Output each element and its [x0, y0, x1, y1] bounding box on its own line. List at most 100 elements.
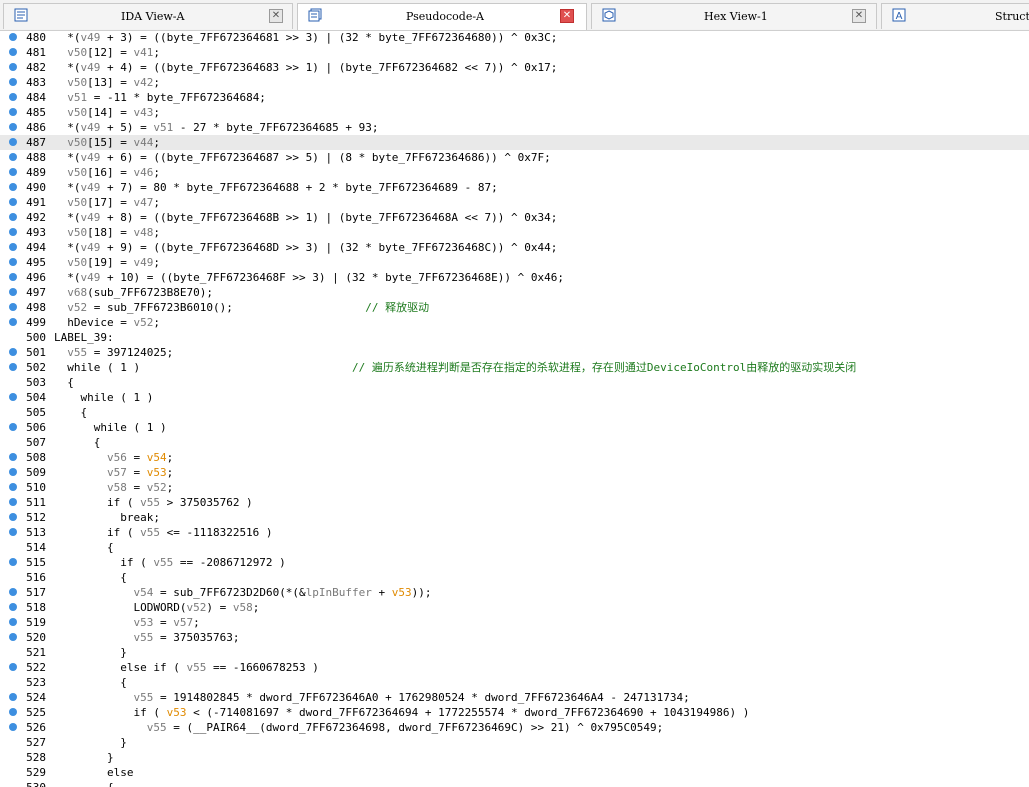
- breakpoint-dot-icon[interactable]: [9, 273, 17, 281]
- code-text[interactable]: LODWORD(v52) = v58;: [54, 600, 259, 615]
- close-icon[interactable]: ✕: [560, 9, 574, 23]
- code-line[interactable]: 495 v50[19] = v49;: [0, 255, 1029, 270]
- code-line[interactable]: 501 v55 = 397124025;: [0, 345, 1029, 360]
- code-line[interactable]: 496 *(v49 + 10) = ((byte_7FF67236468F >>…: [0, 270, 1029, 285]
- code-line[interactable]: 518 LODWORD(v52) = v58;: [0, 600, 1029, 615]
- code-text[interactable]: {: [54, 375, 74, 390]
- code-line[interactable]: 484 v51 = -11 * byte_7FF672364684;: [0, 90, 1029, 105]
- tab-ida-view-a[interactable]: IDA View-A ✕: [3, 3, 293, 29]
- code-line[interactable]: 524 v55 = 1914802845 * dword_7FF6723646A…: [0, 690, 1029, 705]
- code-text[interactable]: {: [54, 570, 127, 585]
- code-line[interactable]: 505 {: [0, 405, 1029, 420]
- breakpoint-dot-icon[interactable]: [9, 63, 17, 71]
- code-text[interactable]: *(v49 + 5) = v51 - 27 * byte_7FF67236468…: [54, 120, 378, 135]
- breakpoint-dot-icon[interactable]: [9, 198, 17, 206]
- code-text[interactable]: v55 = (__PAIR64__(dword_7FF672364698, dw…: [54, 720, 664, 735]
- code-line[interactable]: 510 v58 = v52;: [0, 480, 1029, 495]
- breakpoint-dot-icon[interactable]: [9, 393, 17, 401]
- breakpoint-dot-icon[interactable]: [9, 33, 17, 41]
- breakpoint-dot-icon[interactable]: [9, 708, 17, 716]
- breakpoint-dot-icon[interactable]: [9, 363, 17, 371]
- code-text[interactable]: break;: [54, 510, 160, 525]
- code-line[interactable]: 504 while ( 1 ): [0, 390, 1029, 405]
- breakpoint-dot-icon[interactable]: [9, 348, 17, 356]
- breakpoint-dot-icon[interactable]: [9, 468, 17, 476]
- code-line[interactable]: 508 v56 = v54;: [0, 450, 1029, 465]
- code-line[interactable]: 509 v57 = v53;: [0, 465, 1029, 480]
- breakpoint-dot-icon[interactable]: [9, 483, 17, 491]
- code-text[interactable]: v57 = v53;: [54, 465, 173, 480]
- code-line[interactable]: 488 *(v49 + 6) = ((byte_7FF672364687 >> …: [0, 150, 1029, 165]
- code-text[interactable]: v50[17] = v47;: [54, 195, 160, 210]
- code-line[interactable]: 500 LABEL_39:: [0, 330, 1029, 345]
- breakpoint-dot-icon[interactable]: [9, 213, 17, 221]
- breakpoint-dot-icon[interactable]: [9, 108, 17, 116]
- code-text[interactable]: v51 = -11 * byte_7FF672364684;: [54, 90, 266, 105]
- code-line[interactable]: 521 }: [0, 645, 1029, 660]
- breakpoint-dot-icon[interactable]: [9, 183, 17, 191]
- breakpoint-dot-icon[interactable]: [9, 48, 17, 56]
- breakpoint-dot-icon[interactable]: [9, 693, 17, 701]
- code-text[interactable]: v50[13] = v42;: [54, 75, 160, 90]
- code-line[interactable]: 519 v53 = v57;: [0, 615, 1029, 630]
- code-text[interactable]: v58 = v52;: [54, 480, 173, 495]
- code-text[interactable]: {: [54, 675, 127, 690]
- breakpoint-dot-icon[interactable]: [9, 168, 17, 176]
- code-line[interactable]: 497 v68(sub_7FF6723B8E70);: [0, 285, 1029, 300]
- pseudocode-view[interactable]: 480 *(v49 + 3) = ((byte_7FF672364681 >> …: [0, 30, 1029, 787]
- breakpoint-dot-icon[interactable]: [9, 303, 17, 311]
- code-text[interactable]: if ( v55 <= -1118322516 ): [54, 525, 273, 540]
- code-line[interactable]: 514 {: [0, 540, 1029, 555]
- code-line[interactable]: 502 while ( 1 ) // 遍历系统进程判断是否存在指定的杀软进程，存…: [0, 360, 1029, 375]
- code-line[interactable]: 480 *(v49 + 3) = ((byte_7FF672364681 >> …: [0, 30, 1029, 45]
- code-line[interactable]: 485 v50[14] = v43;: [0, 105, 1029, 120]
- code-line[interactable]: 515 if ( v55 == -2086712972 ): [0, 555, 1029, 570]
- code-line[interactable]: 498 v52 = sub_7FF6723B6010(); // 释放驱动: [0, 300, 1029, 315]
- code-line[interactable]: 516 {: [0, 570, 1029, 585]
- code-line[interactable]: 512 break;: [0, 510, 1029, 525]
- code-text[interactable]: v68(sub_7FF6723B8E70);: [54, 285, 213, 300]
- code-text[interactable]: if ( v55 > 375035762 ): [54, 495, 253, 510]
- code-text[interactable]: else if ( v55 == -1660678253 ): [54, 660, 319, 675]
- close-icon[interactable]: ✕: [269, 9, 283, 23]
- breakpoint-dot-icon[interactable]: [9, 423, 17, 431]
- code-text[interactable]: v50[18] = v48;: [54, 225, 160, 240]
- code-line[interactable]: 507 {: [0, 435, 1029, 450]
- breakpoint-dot-icon[interactable]: [9, 93, 17, 101]
- code-line[interactable]: 503 {: [0, 375, 1029, 390]
- code-text[interactable]: v50[12] = v41;: [54, 45, 160, 60]
- code-text[interactable]: v54 = sub_7FF6723D2D60(*(&lpInBuffer + v…: [54, 585, 431, 600]
- code-text[interactable]: v52 = sub_7FF6723B6010(); // 释放驱动: [54, 300, 429, 315]
- code-text[interactable]: }: [54, 750, 114, 765]
- code-text[interactable]: *(v49 + 4) = ((byte_7FF672364683 >> 1) |…: [54, 60, 557, 75]
- code-line[interactable]: 486 *(v49 + 5) = v51 - 27 * byte_7FF6723…: [0, 120, 1029, 135]
- code-text[interactable]: *(v49 + 10) = ((byte_7FF67236468F >> 3) …: [54, 270, 564, 285]
- breakpoint-dot-icon[interactable]: [9, 528, 17, 536]
- breakpoint-dot-icon[interactable]: [9, 123, 17, 131]
- code-text[interactable]: while ( 1 ): [54, 420, 167, 435]
- code-text[interactable]: {: [54, 405, 87, 420]
- breakpoint-dot-icon[interactable]: [9, 618, 17, 626]
- code-line[interactable]: 499 hDevice = v52;: [0, 315, 1029, 330]
- code-text[interactable]: *(v49 + 9) = ((byte_7FF67236468D >> 3) |…: [54, 240, 557, 255]
- code-text[interactable]: v53 = v57;: [54, 615, 199, 630]
- code-line[interactable]: 494 *(v49 + 9) = ((byte_7FF67236468D >> …: [0, 240, 1029, 255]
- close-icon[interactable]: ✕: [852, 9, 866, 23]
- breakpoint-dot-icon[interactable]: [9, 723, 17, 731]
- code-text[interactable]: hDevice = v52;: [54, 315, 160, 330]
- tab-pseudocode-a[interactable]: Pseudocode-A ✕: [297, 3, 587, 30]
- code-text[interactable]: if ( v53 < (-714081697 * dword_7FF672364…: [54, 705, 749, 720]
- code-line[interactable]: 490 *(v49 + 7) = 80 * byte_7FF672364688 …: [0, 180, 1029, 195]
- code-line[interactable]: 513 if ( v55 <= -1118322516 ): [0, 525, 1029, 540]
- breakpoint-dot-icon[interactable]: [9, 513, 17, 521]
- code-text[interactable]: v55 = 1914802845 * dword_7FF6723646A0 + …: [54, 690, 689, 705]
- breakpoint-dot-icon[interactable]: [9, 138, 17, 146]
- breakpoint-dot-icon[interactable]: [9, 663, 17, 671]
- code-line[interactable]: 511 if ( v55 > 375035762 ): [0, 495, 1029, 510]
- breakpoint-dot-icon[interactable]: [9, 498, 17, 506]
- code-text[interactable]: }: [54, 735, 127, 750]
- code-text[interactable]: *(v49 + 8) = ((byte_7FF67236468B >> 1) |…: [54, 210, 557, 225]
- code-text[interactable]: LABEL_39:: [54, 330, 114, 345]
- code-line[interactable]: 517 v54 = sub_7FF6723D2D60(*(&lpInBuffer…: [0, 585, 1029, 600]
- code-text[interactable]: }: [54, 645, 127, 660]
